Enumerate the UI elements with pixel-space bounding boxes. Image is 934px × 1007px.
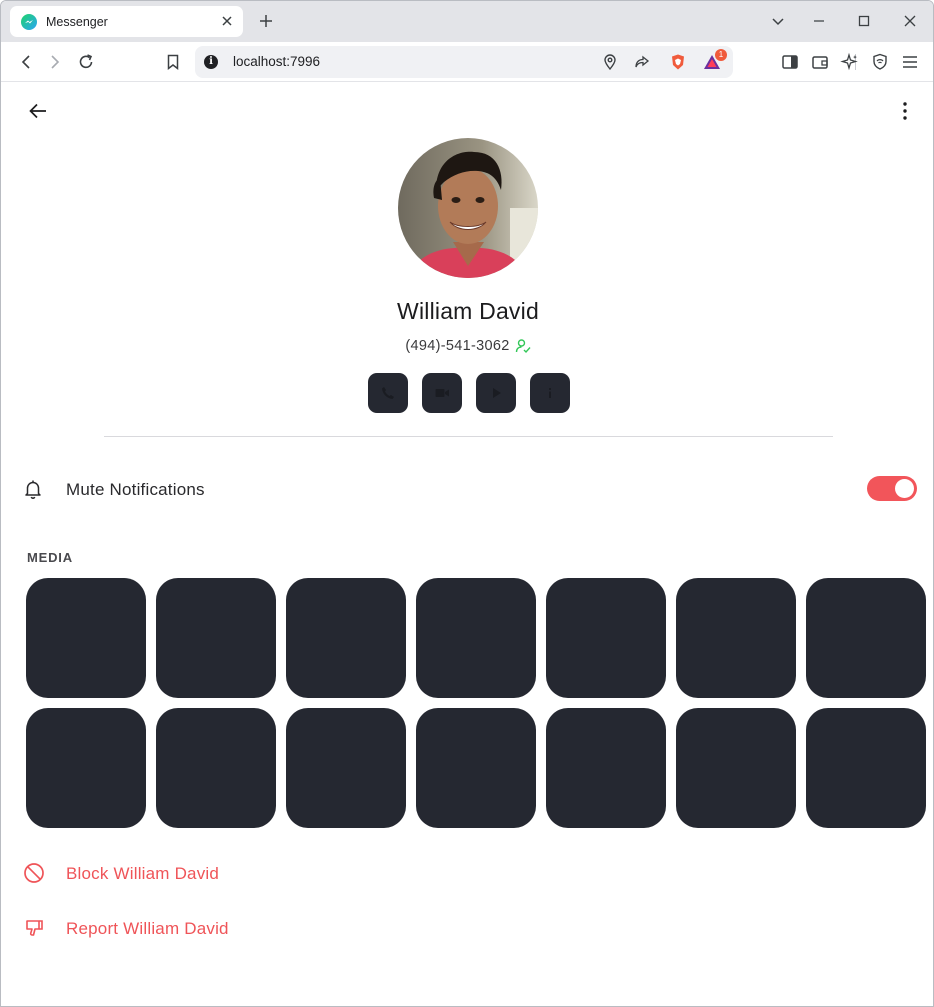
media-tile[interactable] xyxy=(806,578,926,698)
play-button[interactable] xyxy=(476,373,516,413)
info-button[interactable] xyxy=(530,373,570,413)
sidebar-toggle-icon[interactable] xyxy=(780,52,800,72)
media-tile[interactable] xyxy=(416,578,536,698)
menu-icon[interactable] xyxy=(900,52,920,72)
share-icon[interactable] xyxy=(633,53,651,71)
mute-notifications-row: Mute Notifications xyxy=(2,468,933,508)
profile-photo xyxy=(398,138,538,278)
mute-notifications-label: Mute Notifications xyxy=(66,480,205,499)
new-tab-icon[interactable] xyxy=(257,12,275,30)
contact-phone-row: (494)-541-3062 xyxy=(2,338,933,354)
report-contact-button[interactable]: Report William David xyxy=(2,908,402,948)
brave-shields-icon[interactable] xyxy=(669,53,687,71)
block-contact-label: Block William David xyxy=(66,864,220,883)
bookmark-icon[interactable] xyxy=(163,52,183,72)
media-tile[interactable] xyxy=(156,708,276,828)
url-text[interactable]: localhost:7996 xyxy=(233,54,320,69)
media-section-label: MEDIA xyxy=(27,550,73,565)
site-info-icon[interactable]: i xyxy=(204,55,218,69)
media-tile[interactable] xyxy=(286,578,406,698)
contact-profile-page: William David (494)-541-3062 Mute Notifi… xyxy=(2,83,933,1006)
phone-icon xyxy=(382,387,394,399)
play-icon xyxy=(493,388,501,398)
block-icon xyxy=(24,863,44,883)
wallet-icon[interactable] xyxy=(810,52,830,72)
location-pin-icon[interactable] xyxy=(601,53,619,71)
reload-icon[interactable] xyxy=(76,52,96,72)
media-tile[interactable] xyxy=(26,708,146,828)
contact-name: William David xyxy=(397,298,539,324)
media-tile[interactable] xyxy=(156,578,276,698)
rewards-badge: 1 xyxy=(715,49,727,61)
tab-title: Messenger xyxy=(46,14,108,29)
media-tile[interactable] xyxy=(806,708,926,828)
media-tile[interactable] xyxy=(546,708,666,828)
info-icon xyxy=(549,388,551,398)
media-tile[interactable] xyxy=(676,708,796,828)
tab-strip: Messenger xyxy=(1,1,933,42)
block-contact-button[interactable]: Block William David xyxy=(2,853,402,893)
media-grid xyxy=(26,578,926,828)
messenger-icon xyxy=(21,13,37,30)
tab-search-chevron-icon[interactable] xyxy=(769,12,787,30)
media-tile[interactable] xyxy=(546,578,666,698)
media-tile[interactable] xyxy=(286,708,406,828)
thumbs-down-icon xyxy=(26,920,43,936)
section-divider xyxy=(104,436,833,437)
browser-toolbar: i localhost:7996 1 xyxy=(1,42,933,82)
forward-nav-icon[interactable] xyxy=(45,52,65,72)
back-arrow-icon[interactable] xyxy=(27,100,49,122)
avatar[interactable] xyxy=(398,138,538,278)
vpn-icon[interactable] xyxy=(870,52,890,72)
contact-phone: (494)-541-3062 xyxy=(405,338,510,354)
maximize-icon[interactable] xyxy=(855,12,873,30)
call-button[interactable] xyxy=(368,373,408,413)
media-tile[interactable] xyxy=(416,708,536,828)
browser-tab[interactable]: Messenger xyxy=(10,6,243,37)
browser-window: Messenger i localhost:7996 1 William Dav… xyxy=(0,0,934,1007)
contact-status-icon xyxy=(515,339,531,354)
contact-action-row xyxy=(368,373,570,413)
minimize-icon[interactable] xyxy=(810,12,828,30)
video-icon xyxy=(435,389,449,397)
toggle-knob xyxy=(895,479,914,498)
close-tab-icon[interactable] xyxy=(220,14,234,28)
video-call-button[interactable] xyxy=(422,373,462,413)
leo-ai-icon[interactable] xyxy=(840,52,860,72)
address-bar[interactable]: i localhost:7996 xyxy=(195,46,856,78)
back-nav-icon[interactable] xyxy=(16,52,36,72)
bell-icon xyxy=(25,480,41,499)
mute-notifications-toggle[interactable] xyxy=(867,476,917,501)
close-window-icon[interactable] xyxy=(901,12,919,30)
report-contact-label: Report William David xyxy=(66,919,229,938)
media-tile[interactable] xyxy=(26,578,146,698)
media-tile[interactable] xyxy=(676,578,796,698)
more-options-icon[interactable] xyxy=(895,100,915,122)
